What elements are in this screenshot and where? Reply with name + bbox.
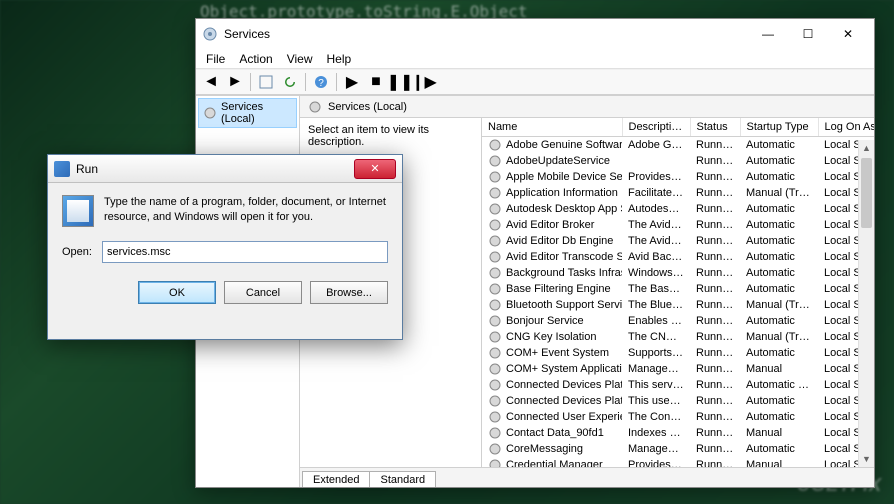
gear-icon (488, 378, 502, 392)
gear-icon (488, 314, 502, 328)
service-row[interactable]: Apple Mobile Device ServiceProvides th..… (482, 169, 874, 185)
gear-icon (488, 154, 502, 168)
service-row[interactable]: Connected User Experience...The Connec..… (482, 409, 874, 425)
gear-icon (488, 282, 502, 296)
open-input[interactable] (102, 241, 388, 263)
menu-help[interactable]: Help (321, 50, 358, 68)
close-button[interactable]: ✕ (828, 23, 868, 45)
services-icon (202, 26, 218, 42)
service-row[interactable]: Credential ManagerProvides se...RunningM… (482, 457, 874, 467)
services-toolbar: ◄ ► ? ▶ ■ ❚❚ ❙▶ (196, 69, 874, 95)
restart-button[interactable]: ❙▶ (413, 71, 435, 93)
stop-button[interactable]: ■ (365, 71, 387, 93)
scrollbar[interactable]: ▲ ▼ (858, 140, 874, 467)
service-row[interactable]: Avid Editor Db EngineThe Avid Ed...Runni… (482, 233, 874, 249)
services-right-header: Services (Local) (300, 96, 874, 118)
gear-icon (488, 218, 502, 232)
run-dialog: Run ✕ Type the name of a program, folder… (47, 154, 403, 340)
service-row[interactable]: CoreMessagingManages co...RunningAutomat… (482, 441, 874, 457)
gear-icon (488, 362, 502, 376)
menu-view[interactable]: View (281, 50, 319, 68)
service-row[interactable]: Autodesk Desktop App Serv...Autodesk D..… (482, 201, 874, 217)
menu-action[interactable]: Action (233, 50, 278, 68)
scroll-up-button[interactable]: ▲ (859, 140, 874, 156)
gear-icon (488, 234, 502, 248)
column-header[interactable]: Description (622, 118, 690, 137)
gear-icon (488, 186, 502, 200)
gear-icon (308, 100, 322, 114)
forward-button[interactable]: ► (224, 71, 246, 93)
gear-icon (203, 106, 217, 120)
help-button[interactable]: ? (310, 71, 332, 93)
services-tabs: Extended Standard (300, 467, 874, 487)
service-row[interactable]: Connected Devices Platfor...This user se… (482, 393, 874, 409)
run-titlebar[interactable]: Run ✕ (48, 155, 402, 183)
tab-standard[interactable]: Standard (369, 471, 436, 487)
services-titlebar[interactable]: Services — ☐ ✕ (196, 19, 874, 49)
service-row[interactable]: CNG Key IsolationThe CNG ke...RunningMan… (482, 329, 874, 345)
scroll-down-button[interactable]: ▼ (859, 451, 874, 467)
service-row[interactable]: Avid Editor Transcode StatusAvid Backgr.… (482, 249, 874, 265)
gear-icon (488, 346, 502, 360)
service-row[interactable]: Connected Devices Platfor...This service… (482, 377, 874, 393)
services-title-text: Services (224, 27, 270, 41)
services-menubar: File Action View Help (196, 49, 874, 69)
column-header[interactable]: Startup Type (740, 118, 818, 137)
tree-node-services-local[interactable]: Services (Local) (198, 98, 297, 128)
service-row[interactable]: Base Filtering EngineThe Base Fil...Runn… (482, 281, 874, 297)
toolbar-icon[interactable] (255, 71, 277, 93)
play-button[interactable]: ▶ (341, 71, 363, 93)
gear-icon (488, 298, 502, 312)
gear-icon (488, 202, 502, 216)
gear-icon (488, 458, 502, 467)
gear-icon (488, 250, 502, 264)
gear-icon (488, 330, 502, 344)
refresh-button[interactable] (279, 71, 301, 93)
service-row[interactable]: Bluetooth Support ServiceThe Bluetoo...R… (482, 297, 874, 313)
ok-button[interactable]: OK (138, 281, 216, 304)
back-button[interactable]: ◄ (200, 71, 222, 93)
service-row[interactable]: Bonjour ServiceEnables har...RunningAuto… (482, 313, 874, 329)
service-row[interactable]: AdobeUpdateServiceRunningAutomaticLocal … (482, 153, 874, 169)
run-close-button[interactable]: ✕ (354, 159, 396, 179)
menu-file[interactable]: File (200, 50, 231, 68)
gear-icon (488, 426, 502, 440)
gear-icon (488, 138, 502, 152)
gear-icon (488, 394, 502, 408)
service-row[interactable]: Adobe Genuine Software In...Adobe Gen...… (482, 137, 874, 154)
column-header[interactable]: Status (690, 118, 740, 137)
service-row[interactable]: COM+ System ApplicationManages th...Runn… (482, 361, 874, 377)
service-row[interactable]: Contact Data_90fd1Indexes con...RunningM… (482, 425, 874, 441)
tab-extended[interactable]: Extended (302, 471, 370, 487)
service-row[interactable]: Application InformationFacilitates t...R… (482, 185, 874, 201)
run-message-text: Type the name of a program, folder, docu… (104, 195, 388, 227)
minimize-button[interactable]: — (748, 23, 788, 45)
pause-button[interactable]: ❚❚ (389, 71, 411, 93)
right-header-text: Services (Local) (328, 101, 407, 113)
column-header[interactable]: Name (482, 118, 622, 137)
service-row[interactable]: COM+ Event SystemSupports Sy...RunningAu… (482, 345, 874, 361)
gear-icon (488, 442, 502, 456)
run-icon (54, 161, 70, 177)
svg-text:?: ? (318, 78, 324, 89)
maximize-button[interactable]: ☐ (788, 23, 828, 45)
cancel-button[interactable]: Cancel (224, 281, 302, 304)
column-header[interactable]: Log On As (818, 118, 874, 137)
service-row[interactable]: Background Tasks Infrastru...Windows in.… (482, 265, 874, 281)
tree-node-label: Services (Local) (221, 101, 292, 125)
services-list[interactable]: NameDescriptionStatusStartup TypeLog On … (482, 118, 874, 467)
run-title-text: Run (76, 162, 98, 176)
open-label: Open: (62, 246, 92, 258)
browse-button[interactable]: Browse... (310, 281, 388, 304)
description-text: Select an item to view its description. (308, 124, 429, 148)
run-program-icon (62, 195, 94, 227)
gear-icon (488, 170, 502, 184)
gear-icon (488, 266, 502, 280)
service-row[interactable]: Avid Editor BrokerThe Avid Ed...RunningA… (482, 217, 874, 233)
gear-icon (488, 410, 502, 424)
scrollbar-thumb[interactable] (861, 158, 872, 228)
